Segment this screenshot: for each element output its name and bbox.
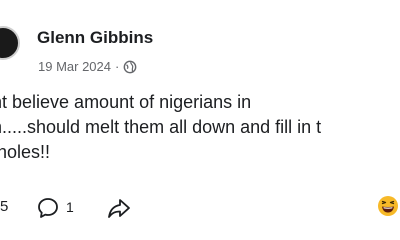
globe-icon[interactable] xyxy=(123,60,137,74)
share-icon[interactable] xyxy=(106,196,132,220)
post-text-line: nt believe amount of nigerians in xyxy=(0,92,252,112)
facebook-post: Glenn Gibbins 19 Mar 2024 · nt believe a… xyxy=(0,0,400,240)
meta-separator: · xyxy=(115,59,120,74)
post-text: nt believe amount of nigerians in n.....… xyxy=(0,90,400,165)
laughing-face-icon[interactable] xyxy=(377,195,399,217)
reaction-count[interactable]: 5 xyxy=(0,198,8,215)
post-text-line: holes!! xyxy=(0,142,51,162)
post-date[interactable]: 19 Mar 2024 xyxy=(38,59,111,74)
comment-count[interactable]: 1 xyxy=(66,199,74,215)
post-actions: 5 1 xyxy=(0,196,400,220)
author-name[interactable]: Glenn Gibbins xyxy=(37,28,153,48)
avatar[interactable] xyxy=(0,26,20,60)
post-meta: 19 Mar 2024 · xyxy=(38,59,137,74)
comment-icon[interactable] xyxy=(36,196,60,220)
post-text-line: n.....should melt them all down and fill… xyxy=(0,117,322,137)
